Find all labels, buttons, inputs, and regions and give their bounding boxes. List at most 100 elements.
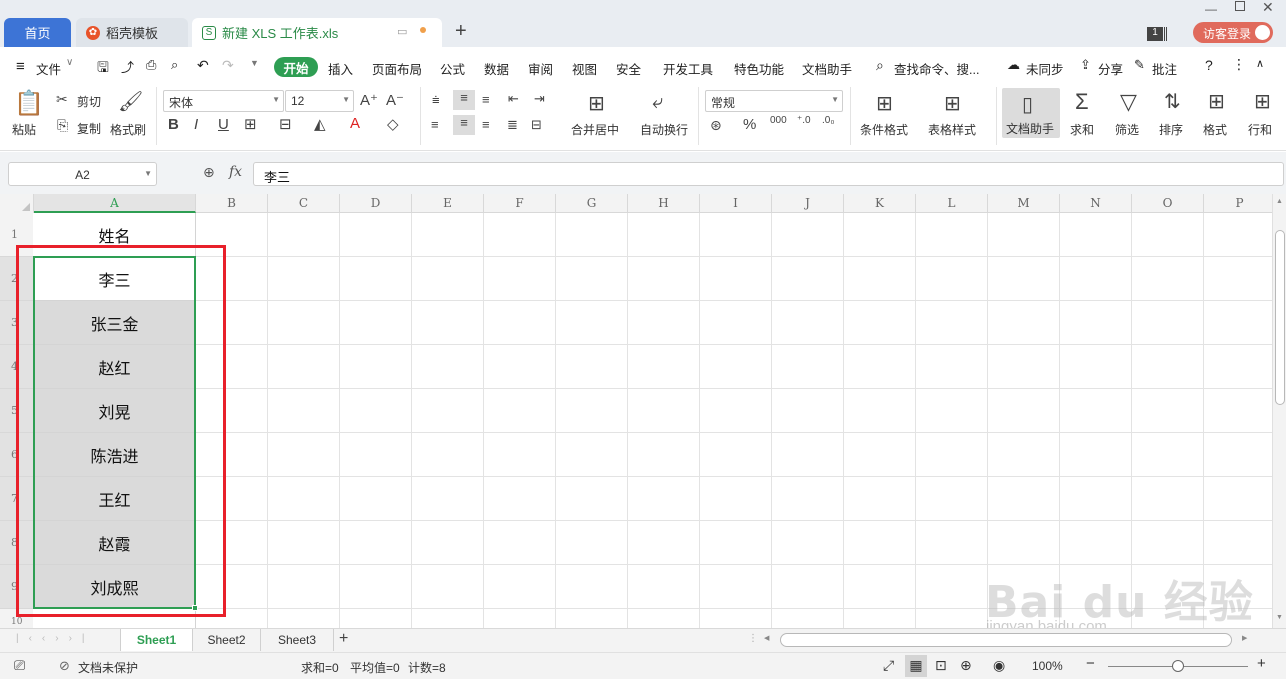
print-icon[interactable]: ⎙ xyxy=(146,57,156,73)
menu-insert[interactable]: 插入 xyxy=(328,59,353,78)
redo-icon[interactable]: ↷ xyxy=(222,57,234,74)
sort-button[interactable]: 排序 xyxy=(1159,121,1183,138)
undo-icon[interactable]: ↶ xyxy=(197,57,209,74)
macro-record-icon[interactable]: ⎚ xyxy=(14,657,25,674)
print-preview-icon[interactable]: ⌕ xyxy=(171,57,178,73)
window-count-badge[interactable]: 1 xyxy=(1147,27,1163,41)
vertical-scrollbar[interactable]: ▲ ▼ xyxy=(1272,194,1286,628)
copy-icon[interactable]: ⎘ xyxy=(57,117,68,134)
minimize-icon[interactable]: — xyxy=(1205,2,1217,16)
zoom-in-icon[interactable]: + xyxy=(1257,655,1266,672)
quick-access-dropdown-icon[interactable]: ▼ xyxy=(250,58,259,68)
bold-icon[interactable]: B xyxy=(168,116,179,133)
currency-icon[interactable]: ⊛ xyxy=(710,117,722,134)
scroll-up-icon[interactable]: ▲ xyxy=(1276,198,1283,205)
save-icon[interactable]: 🖫 xyxy=(97,57,109,81)
italic-icon[interactable]: I xyxy=(194,116,198,133)
align-center-icon[interactable]: ≡ xyxy=(453,115,475,135)
column-header-c[interactable]: C xyxy=(268,194,340,213)
row-col-icon[interactable]: ⊞ xyxy=(1254,89,1271,114)
merge-center-icon[interactable]: ⊞ xyxy=(588,91,605,116)
column-header-f[interactable]: F xyxy=(484,194,556,213)
format-button[interactable]: 格式 xyxy=(1203,121,1227,138)
column-header-o[interactable]: O xyxy=(1132,194,1204,213)
fx-button[interactable]: fx xyxy=(229,164,242,180)
sync-status[interactable]: 未同步 xyxy=(1026,59,1064,78)
format-painter-button[interactable]: 格式刷 xyxy=(110,121,146,138)
column-header-l[interactable]: L xyxy=(916,194,988,213)
more-icon[interactable]: ⋮ xyxy=(1232,56,1246,73)
monitor-icon[interactable]: ▭ xyxy=(397,25,407,38)
distribute-icon[interactable]: ⊟ xyxy=(531,117,542,133)
underline-icon[interactable]: U xyxy=(218,116,229,133)
cloud-sync-icon[interactable]: ☁ xyxy=(1007,57,1020,73)
font-size-select[interactable]: 12 ▼ xyxy=(285,90,354,112)
eye-protection-icon[interactable]: ◉ xyxy=(993,657,1005,674)
search-icon[interactable]: ⌕ xyxy=(876,57,884,74)
row-col-button[interactable]: 行和 xyxy=(1248,121,1272,138)
fullscreen-icon[interactable]: ⤢ xyxy=(883,657,894,674)
paste-button[interactable]: 粘贴 xyxy=(12,121,36,138)
add-sheet-plus-icon[interactable]: + xyxy=(339,630,348,648)
select-all-corner[interactable] xyxy=(0,194,34,213)
tab-file[interactable]: S 新建 XLS 工作表.xls ▭ xyxy=(192,18,442,47)
column-header-k[interactable]: K xyxy=(844,194,916,213)
decrease-indent-icon[interactable]: ⇤ xyxy=(508,91,519,107)
column-header-p[interactable]: P xyxy=(1204,194,1272,213)
menu-developer[interactable]: 开发工具 xyxy=(663,59,713,78)
command-search[interactable]: 查找命令、搜... xyxy=(894,59,979,78)
scroll-right-icon[interactable]: ▶ xyxy=(1242,634,1247,642)
column-header-i[interactable]: I xyxy=(700,194,772,213)
menu-special[interactable]: 特色功能 xyxy=(734,59,784,78)
chevron-down-icon[interactable]: ∨ xyxy=(66,57,73,68)
menu-start-tab[interactable]: 开始 xyxy=(274,57,318,77)
align-right-icon[interactable]: ≡ xyxy=(482,117,490,132)
decrease-font-icon[interactable]: A⁻ xyxy=(386,91,404,109)
filter-icon[interactable]: ▽ xyxy=(1120,89,1137,115)
sheet-tab-sheet3[interactable]: Sheet3 xyxy=(261,629,334,651)
doc-assistant-button[interactable]: ▯ 文档助手 xyxy=(1002,88,1060,138)
filter-button[interactable]: 筛选 xyxy=(1115,121,1139,138)
align-top-icon[interactable]: ⩧ xyxy=(432,92,440,108)
horizontal-scrollbar[interactable]: ◀ ▶ xyxy=(760,632,1256,649)
paste-icon[interactable]: 📋 xyxy=(14,89,44,118)
guest-login-button[interactable]: 访客登录 xyxy=(1193,22,1273,43)
tab-home[interactable]: 首页 xyxy=(4,18,71,47)
tab-template[interactable]: ✿ 稻壳模板 xyxy=(76,18,188,47)
menu-page-layout[interactable]: 页面布局 xyxy=(372,59,422,78)
column-header-d[interactable]: D xyxy=(340,194,412,213)
name-box[interactable]: A2 ▼ xyxy=(8,162,157,186)
scroll-left-icon[interactable]: ◀ xyxy=(764,634,769,642)
column-header-a[interactable]: A xyxy=(34,194,196,213)
conditional-format-button[interactable]: 条件格式 xyxy=(860,121,908,138)
horizontal-scroll-thumb[interactable] xyxy=(780,633,1232,647)
column-header-n[interactable]: N xyxy=(1060,194,1132,213)
column-header-b[interactable]: B xyxy=(196,194,268,213)
collapse-ribbon-icon[interactable]: ∧ xyxy=(1256,57,1264,70)
menu-doc-assistant[interactable]: 文档助手 xyxy=(802,59,852,78)
font-name-select[interactable]: 宋体 ▼ xyxy=(163,90,284,112)
column-header-e[interactable]: E xyxy=(412,194,484,213)
vertical-scroll-thumb[interactable] xyxy=(1275,230,1285,405)
share-icon[interactable]: ⇪ xyxy=(1080,57,1091,73)
share-button[interactable]: 分享 xyxy=(1098,59,1123,78)
align-left-icon[interactable]: ≡ xyxy=(431,117,439,132)
increase-font-icon[interactable]: A⁺ xyxy=(360,91,378,109)
cut-button[interactable]: 剪切 xyxy=(77,93,101,110)
menu-review[interactable]: 审阅 xyxy=(528,59,553,78)
formula-input[interactable]: 李三 xyxy=(253,162,1284,186)
close-icon[interactable]: ✕ xyxy=(1262,0,1274,16)
normal-view-icon[interactable]: ▦ xyxy=(905,655,927,677)
page-break-view-icon[interactable]: ⊡ xyxy=(935,657,947,674)
menu-formula[interactable]: 公式 xyxy=(440,59,465,78)
increase-indent-icon[interactable]: ⇥ xyxy=(534,91,545,107)
sum-icon[interactable]: Σ xyxy=(1075,89,1089,115)
sort-icon[interactable]: ⇅ xyxy=(1164,89,1181,114)
comment-icon[interactable]: ✎ xyxy=(1134,57,1145,73)
column-header-j[interactable]: J xyxy=(772,194,844,213)
align-middle-icon[interactable]: ≡ xyxy=(453,90,475,110)
scroll-down-icon[interactable]: ▼ xyxy=(1276,614,1283,621)
column-header-m[interactable]: M xyxy=(988,194,1060,213)
zoom-out-icon[interactable]: − xyxy=(1086,655,1095,672)
clear-format-icon[interactable]: ◇ xyxy=(387,115,399,133)
